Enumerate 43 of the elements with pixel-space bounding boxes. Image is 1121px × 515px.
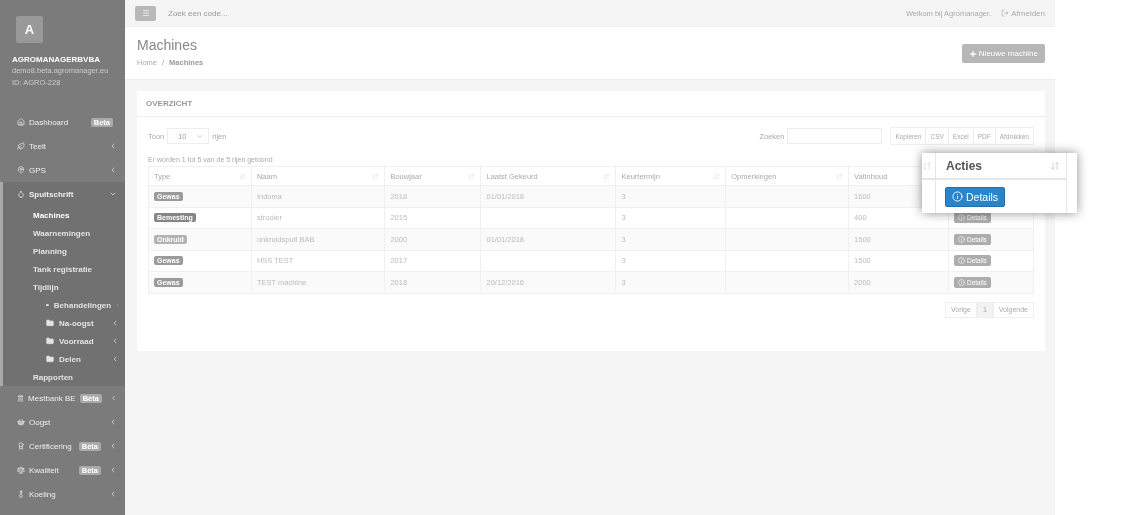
sort-icon [922,160,932,171]
page-title: Machines [137,37,198,53]
details-button[interactable]: Details [945,186,1006,207]
leaf-icon [17,142,25,150]
basket-icon [17,418,25,426]
search-field[interactable]: Zoek een code... [166,7,896,19]
avatar: A [16,16,43,43]
plus-icon [968,49,977,58]
info-icon [958,257,965,265]
nav-item[interactable]: Koeling [3,482,125,506]
thermometer-icon [17,490,25,498]
sort-icon [1050,160,1060,171]
logout-icon [1001,9,1010,17]
submenu-item[interactable]: Behandelingen [3,296,125,314]
submenu-item[interactable]: Waarnemingen [3,224,125,242]
submenu-item[interactable]: Na-oogst [3,314,125,332]
award-icon [17,442,25,450]
droplet-icon [17,190,25,198]
submenu-item[interactable]: Delen [3,350,125,368]
info-icon [952,191,963,202]
info-icon [958,278,965,286]
submenu-item[interactable]: Voorraad [3,332,125,350]
scale-icon [17,466,25,474]
bank-icon [17,394,25,402]
menu-button[interactable] [135,5,156,21]
submenu-item[interactable]: Tank registratie [3,260,125,278]
submenu-item[interactable]: Rapporten [3,368,125,386]
submenu-item[interactable]: Planning [3,242,125,260]
nav-item[interactable]: Teelt [3,134,125,158]
map-pin-icon [17,166,25,174]
new-machine-button[interactable]: Nieuwe machine [961,44,1045,63]
logout-link[interactable]: Afmelden [1001,8,1045,18]
home-icon [17,118,25,126]
nav-item[interactable]: GPS [3,158,125,182]
nav-item[interactable]: Oogst [3,410,125,434]
company-name: AGROMANAGERBVBA [12,55,101,64]
submenu-item[interactable]: Machines [3,206,125,224]
info-icon [958,235,965,243]
chevron-down-icon [196,132,204,140]
menu-icon [141,9,150,17]
submenu-item[interactable]: Tijdlijn [3,278,125,296]
nav-item[interactable]: Spuitschrift [3,182,125,206]
card-title: OVERZICHT [137,91,1045,117]
